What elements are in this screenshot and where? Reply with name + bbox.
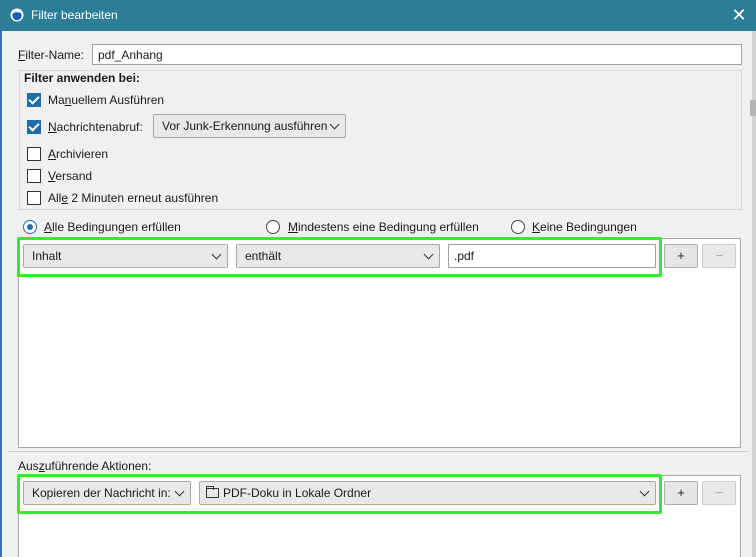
chevron-down-icon <box>639 486 650 497</box>
actions-heading: Auszuführende Aktionen: <box>18 459 152 473</box>
archive-checkbox[interactable] <box>27 147 41 161</box>
mail-fetch-checkbox[interactable] <box>27 120 41 134</box>
periodic-run-checkbox[interactable] <box>27 191 41 205</box>
send-label: Versand <box>48 169 93 183</box>
condition-operator-value: enthält <box>245 249 282 263</box>
thunderbird-app-icon <box>10 8 24 22</box>
match-none-radio[interactable] <box>511 220 525 234</box>
filter-name-label: Filter-Name: <box>18 48 85 62</box>
condition-operator-select[interactable]: enthält <box>236 244 440 268</box>
send-checkbox[interactable] <box>27 169 41 183</box>
condition-value-input[interactable] <box>448 244 656 268</box>
apply-section-heading: Filter anwenden bei: <box>24 71 141 85</box>
remove-action-button[interactable]: − <box>702 481 736 505</box>
junk-timing-value: Vor Junk-Erkennung ausführen <box>162 119 328 133</box>
filter-name-input[interactable] <box>92 44 742 65</box>
title-bar: Filter bearbeiten ✕ <box>0 0 756 31</box>
chevron-down-icon <box>423 249 434 260</box>
window-title: Filter bearbeiten <box>31 8 118 22</box>
add-condition-button[interactable]: + <box>664 244 698 268</box>
chevron-down-icon <box>211 249 222 260</box>
archive-label: Archivieren <box>48 147 109 161</box>
condition-field-select[interactable]: Inhalt <box>23 244 228 268</box>
background-scrollbar-thumb <box>750 100 756 116</box>
folder-icon <box>206 486 219 498</box>
manual-run-label: Manuellem Ausführen <box>48 93 165 107</box>
manual-run-checkbox[interactable] <box>27 93 41 107</box>
remove-condition-button[interactable]: − <box>702 244 736 268</box>
action-type-value: Kopieren der Nachricht in: <box>32 486 171 500</box>
match-none-label: Keine Bedingungen <box>532 220 637 234</box>
chevron-down-icon <box>174 486 185 497</box>
match-all-label: Alle Bedingungen erfüllen <box>44 220 181 234</box>
junk-timing-select[interactable]: Vor Junk-Erkennung ausführen <box>153 114 346 138</box>
target-folder-value: PDF-Doku in Lokale Ordner <box>223 486 372 500</box>
mail-fetch-label: Nachrichtenabruf: <box>48 120 143 134</box>
match-any-radio[interactable] <box>266 220 280 234</box>
close-icon[interactable]: ✕ <box>729 4 749 26</box>
periodic-run-label: Alle 2 Minuten erneut ausführen <box>48 191 219 205</box>
apply-section-box <box>19 70 742 210</box>
section-divider <box>8 451 748 452</box>
condition-field-value: Inhalt <box>32 249 62 263</box>
action-type-select[interactable]: Kopieren der Nachricht in: <box>23 481 191 505</box>
conditions-list[interactable] <box>18 238 741 448</box>
match-all-radio[interactable] <box>23 220 37 234</box>
add-action-button[interactable]: + <box>664 481 698 505</box>
window-edge <box>0 31 2 557</box>
target-folder-select[interactable]: PDF-Doku in Lokale Ordner <box>199 481 656 505</box>
chevron-down-icon <box>329 119 340 130</box>
match-any-label: Mindestens eine Bedingung erfüllen <box>288 220 479 234</box>
